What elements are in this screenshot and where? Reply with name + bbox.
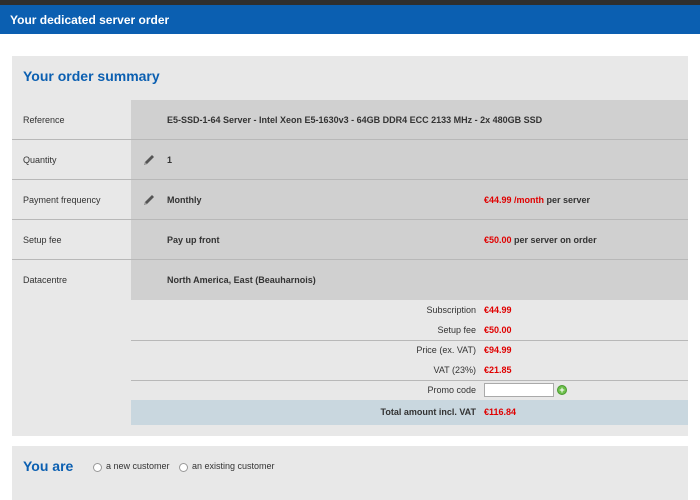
subscription-label: Subscription — [426, 305, 476, 315]
row-payment-frequency: Payment frequency Monthly €44.99 /month … — [12, 180, 688, 220]
total-row: Total amount incl. VAT €116.84 — [131, 400, 688, 425]
monthly-price-suffix: per server — [544, 195, 591, 205]
quantity-value: 1 — [167, 155, 173, 165]
row-quantity: Quantity 1 — [12, 140, 688, 180]
setup-fee-total-value: €50.00 — [484, 325, 512, 335]
row-setup-fee: Setup fee Pay up front €50.00 per server… — [12, 220, 688, 260]
add-promo-icon[interactable]: + — [557, 385, 567, 395]
quantity-label: Quantity — [23, 155, 57, 165]
setup-fee-suffix: per server on order — [511, 235, 597, 245]
payment-frequency-cell — [131, 180, 688, 220]
vat-value: €21.85 — [484, 365, 512, 375]
monthly-price: €44.99 /month per server — [484, 180, 590, 220]
reference-label: Reference — [23, 115, 65, 125]
new-customer-radio[interactable] — [93, 463, 102, 472]
order-summary-title: Your order summary — [23, 68, 160, 84]
existing-customer-radio[interactable] — [179, 463, 188, 472]
row-reference: Reference E5-SSD-1-64 Server - Intel Xeo… — [12, 100, 688, 140]
vat-label: VAT (23%) — [433, 365, 476, 375]
new-customer-label[interactable]: a new customer — [106, 461, 170, 471]
setup-fee-amount: €50.00 — [484, 235, 512, 245]
order-summary-panel: Your order summary Reference E5-SSD-1-64… — [12, 56, 688, 436]
row-datacentre: Datacentre North America, East (Beauharn… — [12, 260, 688, 300]
price-ex-vat-row: Price (ex. VAT) €94.99 — [131, 340, 688, 360]
datacentre-label: Datacentre — [23, 275, 68, 285]
pencil-icon[interactable] — [142, 193, 156, 207]
page-title: Your dedicated server order — [10, 13, 170, 27]
total-value: €116.84 — [484, 407, 517, 417]
setup-fee-total-label: Setup fee — [437, 325, 476, 335]
total-label: Total amount incl. VAT — [380, 407, 477, 417]
price-ex-vat-label: Price (ex. VAT) — [416, 345, 476, 355]
pencil-icon[interactable] — [142, 153, 156, 167]
payment-frequency-value: Monthly — [167, 195, 202, 205]
promo-code-input[interactable] — [484, 383, 554, 397]
reference-value: E5-SSD-1-64 Server - Intel Xeon E5-1630v… — [167, 115, 543, 125]
subscription-row: Subscription €44.99 — [131, 300, 688, 320]
existing-customer-label[interactable]: an existing customer — [192, 461, 275, 471]
price-ex-vat-value: €94.99 — [484, 345, 512, 355]
promo-code-row: Promo code + — [131, 380, 688, 400]
customer-type-panel: You are a new customer an existing custo… — [12, 446, 688, 500]
customer-type-title: You are — [23, 458, 74, 474]
datacentre-value: North America, East (Beauharnois) — [167, 275, 316, 285]
setup-fee-total-row: Setup fee €50.00 — [131, 320, 688, 340]
setup-fee-value: Pay up front — [167, 235, 220, 245]
quantity-cell — [131, 140, 688, 180]
promo-code-label: Promo code — [427, 385, 476, 395]
payment-frequency-label: Payment frequency — [23, 195, 101, 205]
monthly-price-amount: €44.99 /month — [484, 195, 545, 205]
subscription-value: €44.99 — [484, 305, 512, 315]
vat-row: VAT (23%) €21.85 — [131, 360, 688, 380]
setup-fee-price: €50.00 per server on order — [484, 220, 597, 260]
header-bar: Your dedicated server order — [0, 5, 700, 34]
setup-fee-label: Setup fee — [23, 235, 62, 245]
